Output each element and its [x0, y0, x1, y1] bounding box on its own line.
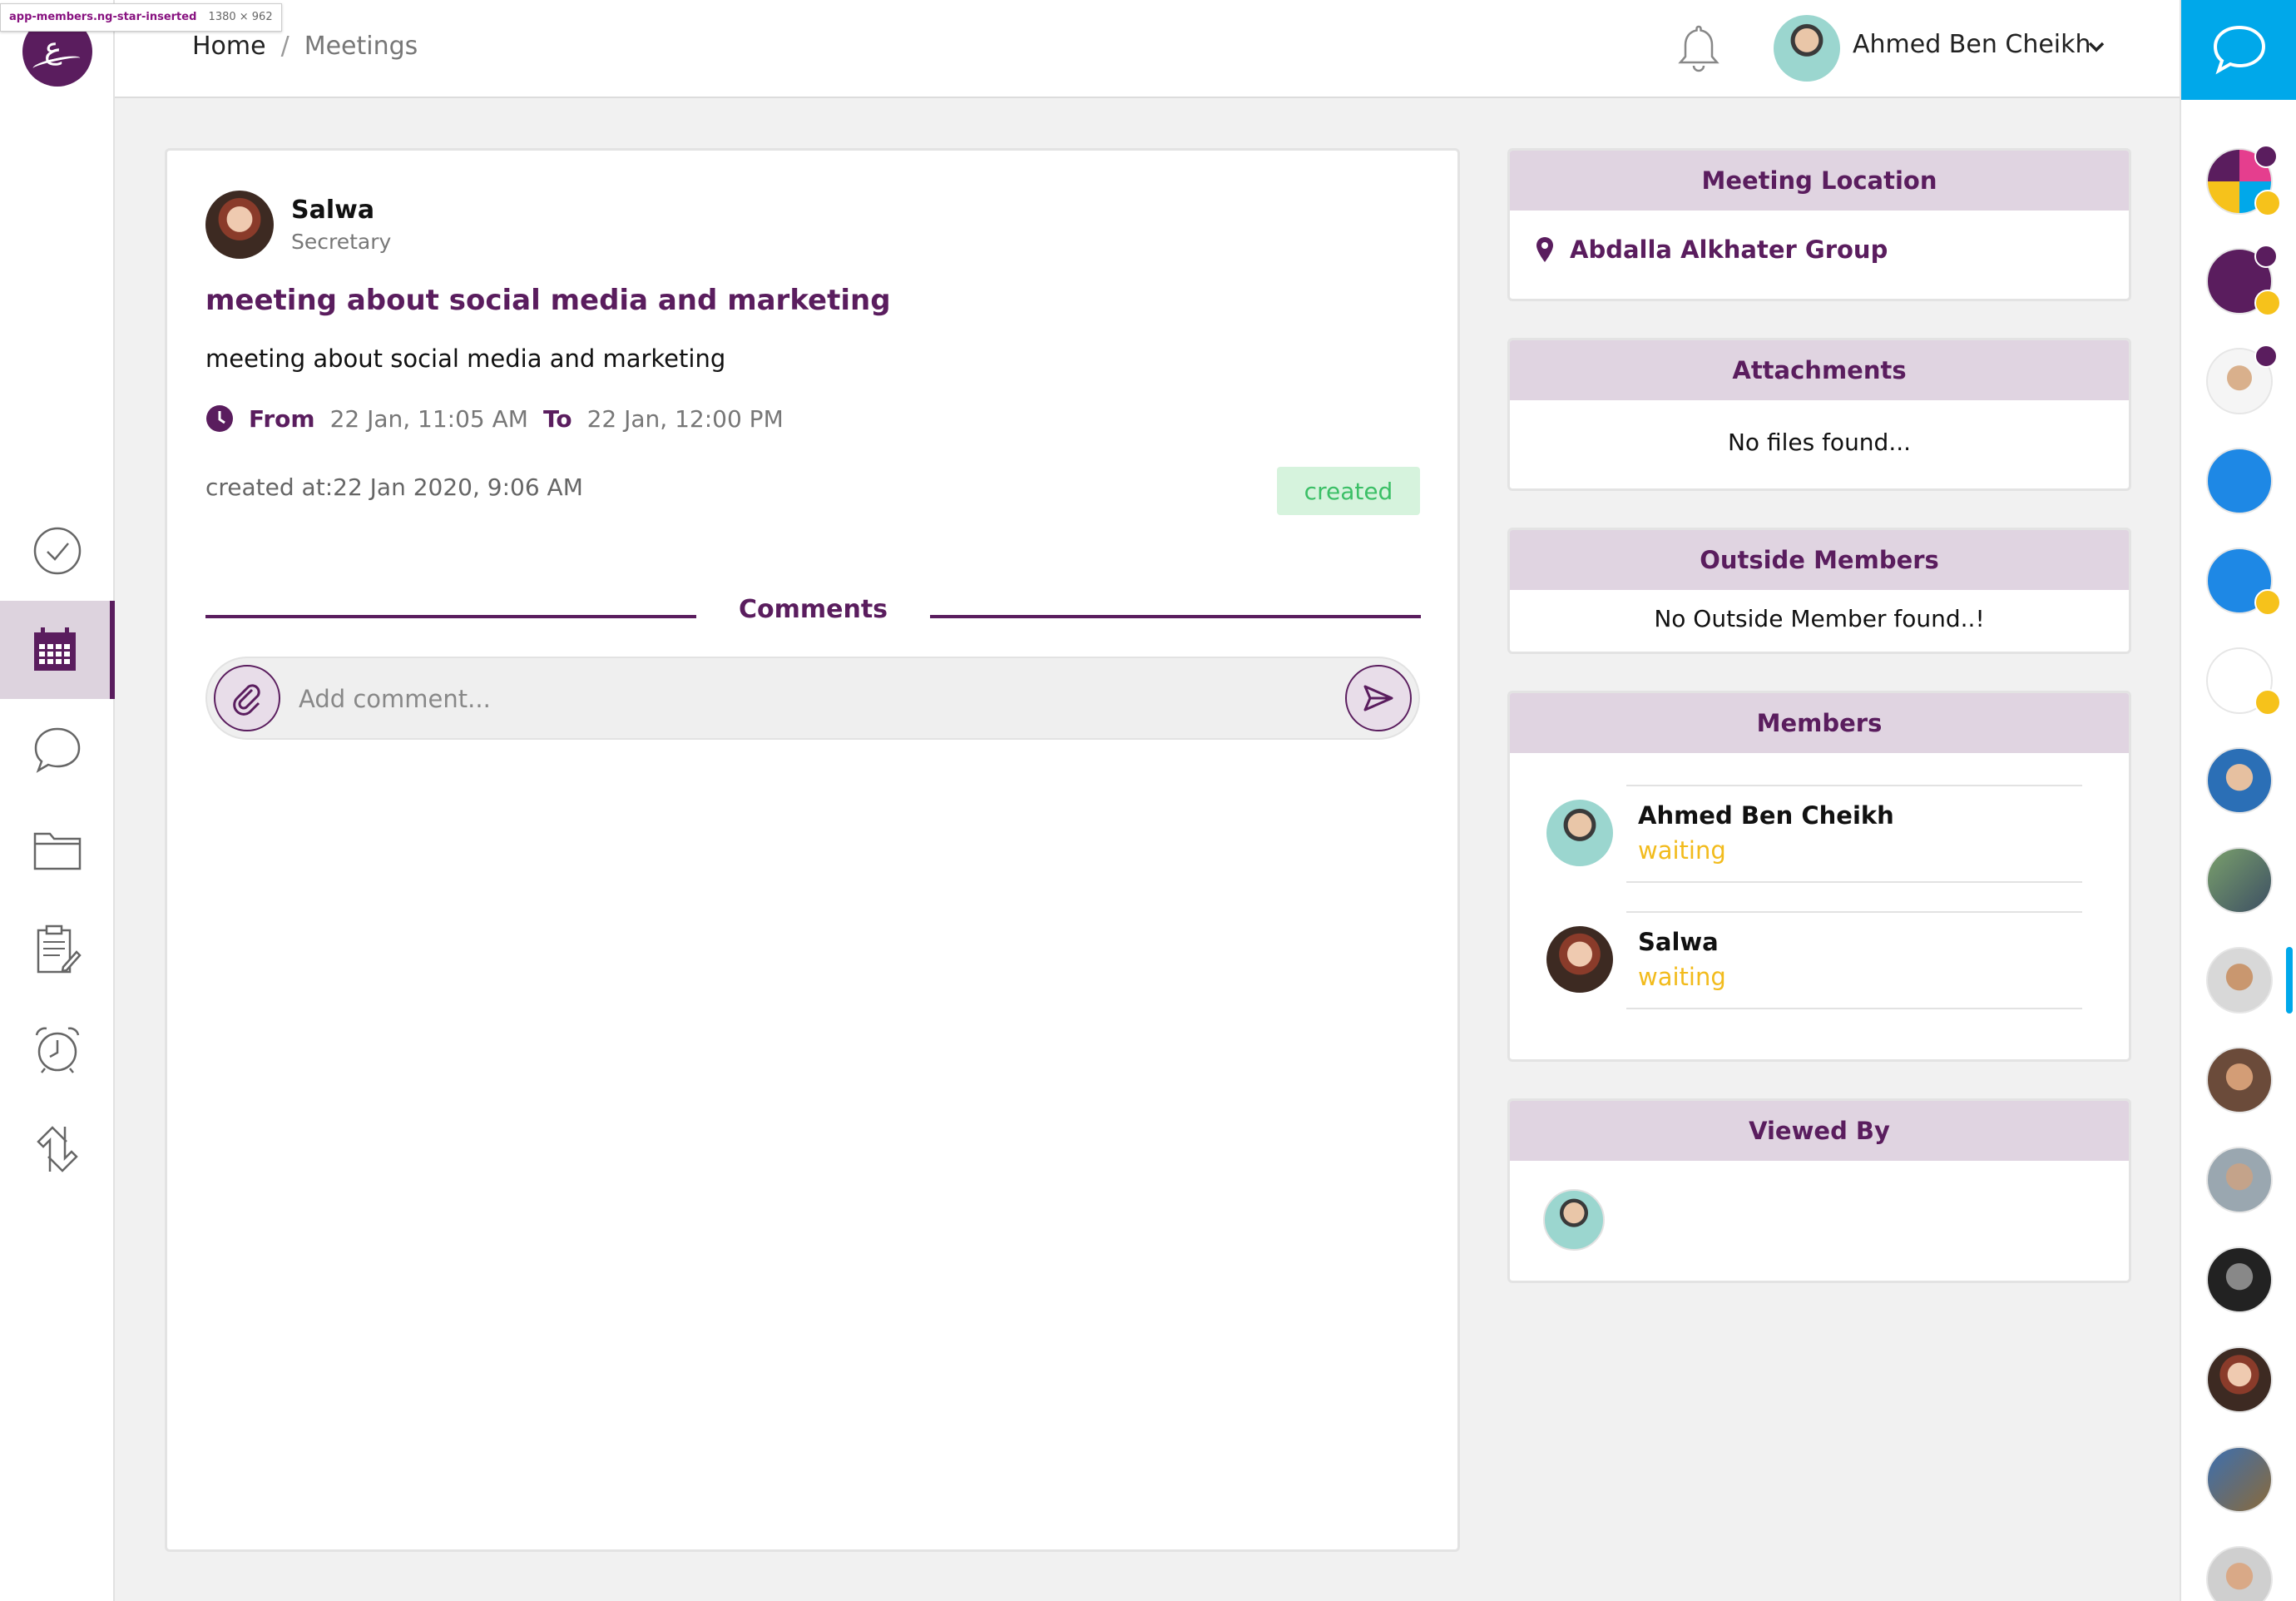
chat-toggle-button[interactable] [2181, 0, 2296, 100]
chat-contact-avatar[interactable] [2206, 448, 2273, 514]
author-role: Secretary [291, 230, 392, 254]
meeting-location-panel: Meeting Location Abdalla Alkhater Group [1507, 148, 2131, 301]
user-name[interactable]: Ahmed Ben Cheikh [1853, 30, 2091, 59]
attach-button[interactable] [214, 665, 280, 731]
chat-contact-avatar[interactable] [2206, 847, 2273, 914]
chat-bubble-icon [2213, 25, 2266, 75]
author-name: Salwa [291, 196, 375, 225]
member-item[interactable]: Ahmed Ben Cheikh waiting [1546, 785, 2082, 883]
chat-contact-avatar[interactable] [2206, 1546, 2273, 1601]
group-icon [2254, 290, 2281, 316]
from-value: 22 Jan, 11:05 AM [329, 404, 528, 433]
group-icon [2254, 589, 2281, 616]
location-value: Abdalla Alkhater Group [1570, 235, 1888, 264]
user-avatar[interactable] [1774, 15, 1840, 82]
sidebar-item-meetings[interactable] [0, 601, 115, 699]
sidebar-item-tasks[interactable] [0, 502, 115, 600]
meeting-detail-card: Salwa Secretary meeting about social med… [165, 148, 1460, 1552]
members-panel: Members Ahmed Ben Cheikh waiting Salwa w… [1507, 691, 2131, 1062]
member-name: Ahmed Ben Cheikh [1638, 801, 1894, 830]
viewed-by-panel: Viewed By [1507, 1098, 2131, 1283]
clipboard-pen-icon [37, 924, 82, 974]
chat-contact-avatar[interactable] [2206, 1346, 2273, 1413]
sidebar-item-sync[interactable] [0, 1100, 115, 1198]
pin-icon [2254, 245, 2278, 268]
panel-title: Attachments [1510, 340, 2129, 400]
comment-input[interactable] [299, 670, 1314, 728]
member-status: waiting [1638, 836, 1726, 865]
sidebar-item-reminders[interactable] [0, 1000, 115, 1098]
member-avatar [1546, 926, 1613, 993]
meeting-time-row: From 22 Jan, 11:05 AM To 22 Jan, 12:00 P… [205, 404, 799, 433]
sidebar-item-files[interactable] [0, 800, 115, 899]
location-row: Abdalla Alkhater Group [1510, 211, 2129, 264]
created-at: created at:22 Jan 2020, 9:06 AM [205, 473, 583, 501]
author-avatar [205, 191, 274, 259]
member-divider [1626, 1008, 2082, 1009]
member-name: Salwa [1638, 928, 1719, 956]
folder-icon [33, 832, 82, 870]
member-avatar [1546, 800, 1613, 866]
chat-contact-avatar[interactable] [2206, 747, 2273, 814]
chat-bubble-icon [34, 727, 81, 773]
left-sidebar: ع [0, 0, 115, 1601]
sidebar-item-notes[interactable] [0, 900, 115, 999]
panel-title: Outside Members [1510, 530, 2129, 590]
chat-contact-avatar[interactable] [2206, 1047, 2273, 1113]
comments-divider-right [930, 615, 1421, 618]
to-value: 22 Jan, 12:00 PM [586, 404, 784, 433]
meeting-title: meeting about social media and marketing [205, 284, 891, 317]
outside-members-empty-message: No Outside Member found..! [1654, 605, 1985, 632]
send-icon [1363, 685, 1393, 711]
member-divider [1626, 911, 2082, 913]
attachments-empty-message: No files found... [1727, 429, 1912, 456]
clock-icon [206, 405, 233, 432]
chat-contact-avatar[interactable] [2206, 947, 2273, 1014]
panel-title: Members [1510, 693, 2129, 753]
send-comment-button[interactable] [1345, 665, 1412, 731]
devtools-size: 1380 × 962 [208, 11, 273, 23]
member-status: waiting [1638, 963, 1726, 991]
from-label: From [249, 404, 315, 433]
calendar-icon [34, 627, 76, 671]
member-item[interactable]: Salwa waiting [1546, 911, 2082, 1009]
member-divider [1626, 785, 2082, 786]
comment-composer [205, 657, 1420, 740]
chat-contact-avatar[interactable] [2206, 1446, 2273, 1513]
to-label: To [542, 404, 572, 433]
map-pin-icon [1536, 237, 1553, 262]
breadcrumb: Home / Meetings [192, 32, 418, 61]
breadcrumb-current: Meetings [304, 32, 418, 61]
member-divider [1626, 881, 2082, 883]
chevron-down-icon[interactable] [2086, 37, 2106, 57]
group-icon [2254, 190, 2281, 216]
chat-scrollbar[interactable] [2286, 947, 2293, 1014]
comments-title: Comments [738, 595, 888, 624]
chat-contact-avatar[interactable] [2206, 1247, 2273, 1313]
breadcrumb-separator: / [280, 32, 289, 61]
check-circle-icon [33, 527, 82, 575]
breadcrumb-home-link[interactable]: Home [192, 32, 266, 61]
viewer-avatar[interactable] [1543, 1189, 1605, 1251]
pin-icon [2254, 344, 2278, 368]
panel-title: Viewed By [1510, 1101, 2129, 1161]
sync-arrows-icon [37, 1126, 78, 1172]
chat-contact-avatar[interactable] [2206, 1147, 2273, 1213]
alarm-clock-icon [35, 1027, 80, 1073]
top-bar: Home / Meetings Ahmed Ben Cheikh [115, 0, 2180, 98]
meeting-description: meeting about social media and marketing [205, 344, 726, 373]
pin-icon [2254, 145, 2278, 168]
paperclip-icon [233, 684, 260, 716]
devtools-element-tooltip: app-members.ng-star-inserted 1380 × 962 [0, 3, 282, 32]
notification-bell-icon[interactable] [1672, 22, 1725, 75]
comments-divider-left [205, 615, 696, 618]
group-icon [2254, 689, 2281, 716]
status-badge: created [1277, 467, 1420, 515]
devtools-selector: app-members.ng-star-inserted [9, 11, 197, 23]
chat-sidebar [2180, 0, 2296, 1601]
attachments-panel: Attachments No files found... [1507, 338, 2131, 491]
outside-members-panel: Outside Members No Outside Member found.… [1507, 528, 2131, 654]
sidebar-item-chat[interactable] [0, 701, 115, 799]
panel-title: Meeting Location [1510, 151, 2129, 211]
